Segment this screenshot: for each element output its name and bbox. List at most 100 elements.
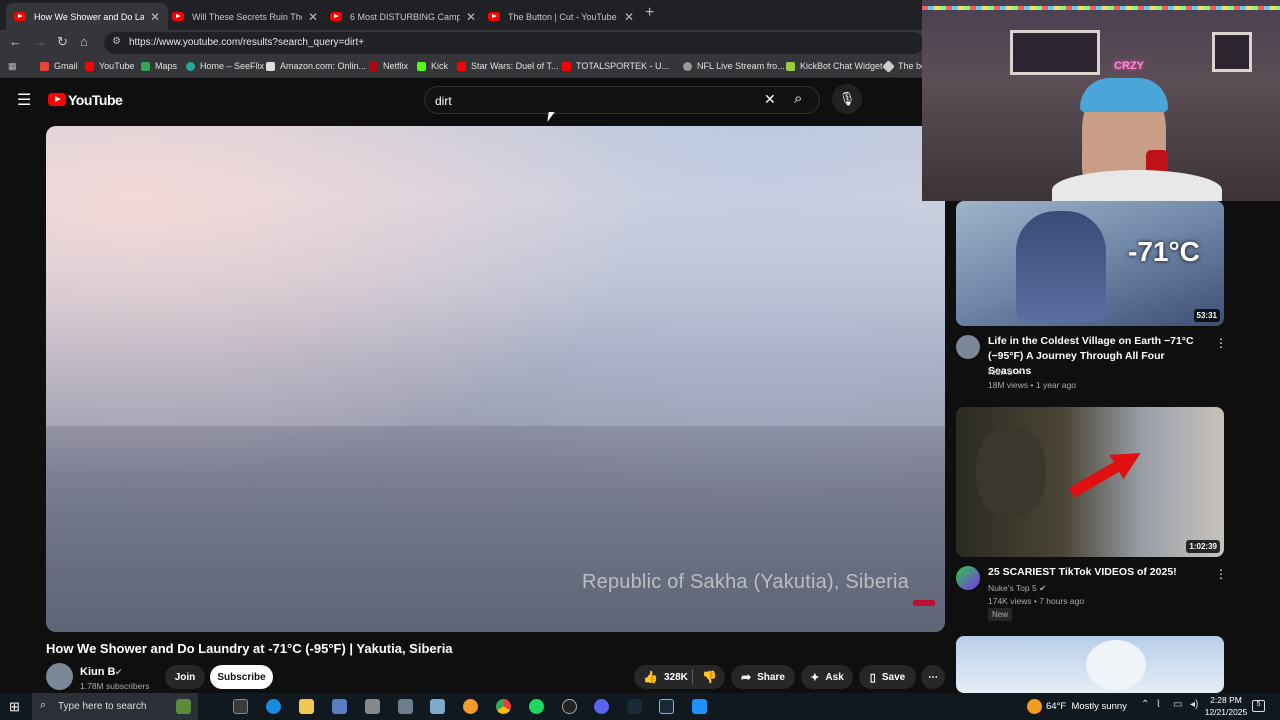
- sidebar-channel-row[interactable]: Kiun B ✔: [988, 367, 1023, 378]
- like-icon[interactable]: 👍: [643, 670, 658, 684]
- terminal-icon[interactable]: [627, 699, 642, 714]
- bookmark-thebe[interactable]: The be: [882, 59, 926, 73]
- url-text: https://www.youtube.com/results?search_q…: [129, 37, 365, 48]
- sidebar-thumbnail[interactable]: 1:02:39: [956, 407, 1224, 557]
- channel-avatar[interactable]: [46, 663, 73, 690]
- weather-text[interactable]: 64°F Mostly sunny: [1046, 701, 1127, 712]
- search-input[interactable]: dirt ✕: [424, 86, 820, 114]
- tab-0[interactable]: How We Shower and Do Laund ✕: [6, 3, 168, 30]
- channel-avatar[interactable]: [956, 566, 980, 590]
- more-actions-icon[interactable]: ⋯: [921, 665, 945, 689]
- bookmark-totalsportek[interactable]: TOTALSPORTEK - U...: [562, 61, 669, 71]
- clock-time[interactable]: 2:28 PM: [1207, 695, 1245, 705]
- app-icon[interactable]: [398, 699, 413, 714]
- save-button[interactable]: ▯ Save: [859, 665, 916, 689]
- video-title: How We Shower and Do Laundry at -71°C (-…: [46, 641, 453, 656]
- netflix-icon: [369, 61, 378, 71]
- bookmark-kickbot[interactable]: KickBot Chat Widget: [786, 61, 883, 71]
- like-count[interactable]: 328K: [664, 672, 688, 683]
- sidebar-channel-row[interactable]: Nuke's Top 5 ✔: [988, 583, 1046, 594]
- sidebar-channel: Kiun B: [988, 367, 1014, 377]
- close-tab-icon[interactable]: ✕: [308, 10, 318, 24]
- task-view-icon[interactable]: [233, 699, 248, 714]
- bookmark-gmail[interactable]: Gmail: [40, 61, 78, 71]
- tab-1[interactable]: Will These Secrets Ruin Their R ✕: [164, 3, 326, 30]
- app-icon[interactable]: [562, 699, 577, 714]
- bookmark-label: YouTube: [99, 61, 135, 71]
- clock-date[interactable]: 12/21/2025: [1203, 707, 1249, 717]
- video-player[interactable]: Republic of Sakha (Yakutia), Siberia: [46, 126, 945, 632]
- app-icon[interactable]: [430, 699, 445, 714]
- tray-app-icon[interactable]: ▭: [1173, 699, 1182, 710]
- app-icon[interactable]: [463, 699, 478, 714]
- discord-icon[interactable]: [594, 699, 609, 714]
- widget-icon[interactable]: [176, 699, 191, 714]
- windows-start-icon[interactable]: ⊞: [9, 699, 20, 715]
- bookmark-netflix[interactable]: Netflix: [369, 61, 408, 71]
- clear-search-icon[interactable]: ✕: [764, 91, 776, 108]
- voice-search-icon[interactable]: 🎙: [832, 84, 862, 114]
- bookmark-starwars[interactable]: Star Wars: Duel of T...: [457, 61, 559, 71]
- bookmark-youtube[interactable]: YouTube: [85, 61, 134, 71]
- back-icon[interactable]: ←: [9, 34, 22, 49]
- home-icon[interactable]: ⌂: [80, 34, 88, 49]
- steam-icon[interactable]: [659, 699, 674, 714]
- more-options-icon[interactable]: ⋮: [1215, 336, 1227, 350]
- close-tab-icon[interactable]: ✕: [624, 10, 634, 24]
- tab-3[interactable]: The Button | Cut - YouTube ✕: [480, 3, 642, 30]
- apps-icon[interactable]: ▦: [8, 61, 17, 72]
- tab-2[interactable]: 6 Most DISTURBING Camping ✕: [322, 3, 484, 30]
- amazon-icon: [266, 61, 275, 71]
- url-field[interactable]: ⚙ https://www.youtube.com/results?search…: [104, 32, 924, 54]
- bookmark-maps[interactable]: Maps: [141, 61, 177, 71]
- tray-chevron-icon[interactable]: ⌃: [1141, 699, 1149, 710]
- reload-icon[interactable]: ↻: [57, 34, 68, 50]
- volume-icon[interactable]: ◂): [1190, 699, 1198, 710]
- like-dislike-group: 👍 328K 👎: [634, 665, 725, 689]
- chrome-icon[interactable]: [496, 699, 511, 714]
- gmail-icon: [40, 61, 49, 71]
- sidebar-thumbnail[interactable]: -71°C 53:31: [956, 201, 1224, 326]
- search-icon[interactable]: ⌕: [794, 90, 802, 107]
- sidebar-thumbnail[interactable]: [956, 636, 1224, 693]
- ask-button[interactable]: ✦ Ask: [801, 665, 853, 689]
- taskbar-search-input[interactable]: ⌕ Type here to search: [32, 693, 198, 720]
- hamburger-menu-icon[interactable]: ☰: [17, 90, 31, 110]
- more-options-icon[interactable]: ⋮: [1215, 567, 1227, 581]
- bookmark-amazon[interactable]: Amazon.com: Onlin...: [266, 61, 366, 71]
- app-icon[interactable]: [332, 699, 347, 714]
- close-tab-icon[interactable]: ✕: [150, 10, 160, 24]
- share-button[interactable]: ➦ Share: [731, 665, 795, 689]
- bookmark-kick[interactable]: Kick: [417, 61, 448, 71]
- bookmark-seeflix[interactable]: Home – SeeFlix: [186, 61, 264, 71]
- wall-picture: [1212, 32, 1252, 72]
- site-info-icon[interactable]: ⚙: [112, 36, 121, 47]
- thumbnail-figure: [1016, 211, 1106, 321]
- subscriber-count: 1.78M subscribers: [80, 681, 150, 691]
- subscribe-button[interactable]: Subscribe: [210, 665, 273, 689]
- weather-icon[interactable]: [1027, 699, 1042, 714]
- edge-icon[interactable]: [266, 699, 281, 714]
- tab-label: Will These Secrets Ruin Their R: [192, 11, 302, 22]
- channel-name[interactable]: Kiun B: [80, 666, 115, 678]
- spotify-icon[interactable]: [529, 699, 544, 714]
- join-button[interactable]: Join: [165, 665, 205, 689]
- forward-icon[interactable]: →: [33, 34, 46, 49]
- bookmark-nfl[interactable]: NFL Live Stream fro...: [683, 61, 785, 71]
- channel-avatar[interactable]: [956, 335, 980, 359]
- app-icon[interactable]: [692, 699, 707, 714]
- neon-sign: CRZY: [1114, 60, 1144, 72]
- file-explorer-icon[interactable]: [299, 699, 314, 714]
- close-tab-icon[interactable]: ✕: [466, 10, 476, 24]
- youtube-icon: [562, 61, 571, 71]
- new-tab-button[interactable]: +: [645, 4, 654, 22]
- new-badge: New: [988, 608, 1013, 621]
- dislike-icon[interactable]: 👎: [702, 670, 717, 684]
- youtube-logo-icon[interactable]: [48, 93, 66, 106]
- network-icon[interactable]: ⌇: [1156, 699, 1161, 710]
- calculator-icon[interactable]: [365, 699, 380, 714]
- sidebar-video-title[interactable]: 25 SCARIEST TikTok VIDEOS of 2025!: [988, 565, 1208, 580]
- notification-center-icon[interactable]: 5: [1252, 700, 1265, 712]
- youtube-logo-text[interactable]: YouTube: [68, 92, 123, 108]
- bookmark-label: Star Wars: Duel of T...: [471, 61, 559, 71]
